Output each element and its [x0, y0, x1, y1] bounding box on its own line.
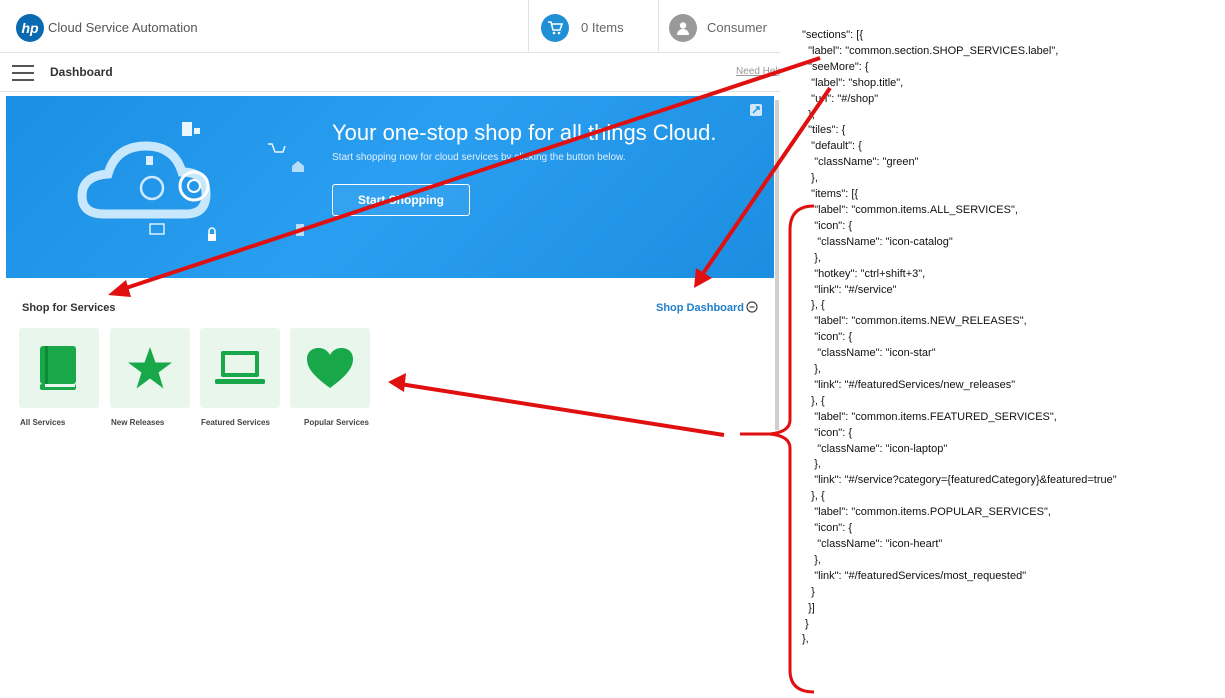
expand-icon[interactable]	[750, 104, 762, 116]
code-line: "sections": [{	[802, 29, 864, 41]
code-line: },	[802, 251, 821, 264]
section-title: Shop for Services	[22, 302, 116, 314]
code-line: }, {	[802, 299, 825, 312]
code-line: },	[802, 172, 818, 185]
code-line: "icon": {	[802, 331, 852, 344]
code-line: },	[802, 363, 821, 376]
code-line: "link": "#/service?category={featuredCat…	[802, 474, 1117, 487]
code-line: "hotkey": "ctrl+shift+3",	[802, 267, 926, 280]
code-line: "label": "common.section.SHOP_SERVICES.l…	[802, 44, 1059, 57]
code-line: "link": "#/service"	[802, 283, 897, 296]
cloud-illustration	[77, 122, 304, 241]
tile-label: New Releases	[111, 418, 165, 427]
banner-subtitle: Start shopping now for cloud services by…	[332, 152, 626, 163]
code-line: "link": "#/featuredServices/new_releases…	[802, 378, 1016, 391]
code-line: "className": "icon-catalog"	[802, 235, 953, 248]
code-line: "icon": {	[802, 522, 852, 535]
code-line: "link": "#/featuredServices/most_request…	[802, 569, 1027, 582]
cart-icon	[541, 14, 569, 42]
app-window: hp Cloud Service Automation 0 Items Cons…	[0, 0, 780, 440]
code-line: "tiles": {	[802, 124, 846, 137]
tile-all-services[interactable]	[19, 328, 99, 408]
app-title: Cloud Service Automation	[48, 20, 198, 35]
cart-count: 0 Items	[581, 20, 624, 35]
code-line: }	[802, 617, 809, 630]
heart-icon	[307, 348, 353, 388]
code-line: },	[802, 633, 809, 646]
code-line: "seeMore": {	[802, 60, 869, 73]
page-title: Dashboard	[50, 65, 113, 79]
code-line: },	[802, 458, 821, 471]
start-shopping-button[interactable]: Start Shopping	[332, 184, 470, 216]
hp-logo[interactable]: hp	[16, 14, 44, 42]
tile-new-releases[interactable]	[110, 328, 190, 408]
code-line: "className": "icon-heart"	[802, 538, 943, 550]
code-line: "label": "common.items.FEATURED_SERVICES…	[802, 410, 1057, 423]
cart-button[interactable]: 0 Items	[528, 0, 659, 52]
code-line: "label": "common.items.ALL_SERVICES",	[802, 203, 1018, 216]
code-line: "icon": {	[802, 426, 852, 439]
book-icon	[40, 346, 76, 390]
star-icon	[128, 347, 172, 389]
scrollbar[interactable]	[775, 100, 779, 430]
user-avatar-icon	[669, 14, 697, 42]
code-line: "label": "common.items.NEW_RELEASES",	[802, 315, 1027, 328]
user-name: Consumer	[707, 20, 767, 35]
code-line: }, {	[802, 394, 825, 407]
code-line: "url": "#/shop"	[802, 92, 879, 105]
hero-banner: Your one-stop shop for all things Cloud.…	[6, 96, 774, 278]
collapse-icon[interactable]	[746, 301, 758, 313]
banner-title: Your one-stop shop for all things Cloud.	[332, 120, 717, 145]
hamburger-menu-icon[interactable]	[12, 65, 34, 81]
code-line: "className": "icon-star"	[802, 347, 936, 360]
code-line: }, {	[802, 490, 825, 503]
json-config-code: "sections": [{ "label": "common.section.…	[802, 28, 1222, 648]
tile-label: Featured Services	[201, 418, 270, 427]
code-line: "className": "icon-laptop"	[802, 442, 948, 455]
code-line: }	[802, 585, 815, 598]
help-link[interactable]: Need Help	[736, 66, 780, 77]
laptop-icon	[215, 351, 265, 384]
user-menu[interactable]: Consumer	[658, 0, 781, 52]
code-line: },	[802, 108, 815, 121]
tile-label: All Services	[20, 418, 66, 427]
code-line: "label": "shop.title",	[802, 76, 904, 89]
shop-dashboard-link[interactable]: Shop Dashboard	[656, 302, 744, 314]
code-line: "label": "common.items.POPULAR_SERVICES"…	[802, 506, 1051, 519]
code-line: "className": "green"	[802, 156, 919, 169]
code-line: },	[802, 553, 821, 566]
top-bar: hp Cloud Service Automation 0 Items Cons…	[0, 0, 780, 53]
code-line: }]	[802, 601, 815, 614]
code-line: "items": [{	[802, 188, 859, 201]
tile-popular-services[interactable]	[290, 328, 370, 408]
tile-featured-services[interactable]	[200, 328, 280, 408]
dashboard-header: Dashboard Need Help	[0, 53, 780, 92]
code-line: "default": {	[802, 140, 862, 153]
code-line: "icon": {	[802, 219, 852, 232]
tile-label: Popular Services	[304, 418, 369, 427]
